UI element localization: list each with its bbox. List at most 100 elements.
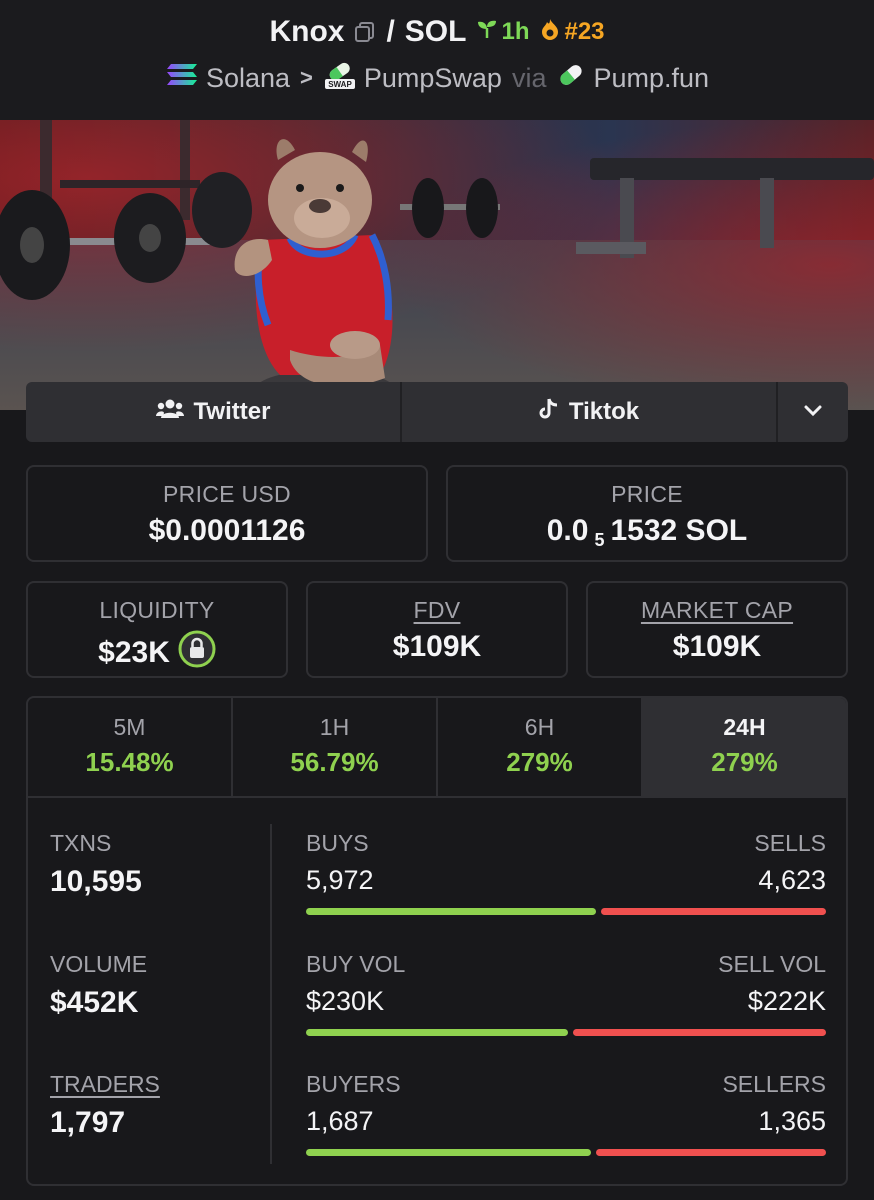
volume-label: VOLUME <box>50 951 148 977</box>
buys-sells-ratio-bar <box>306 908 826 915</box>
price-usd-value: $0.0001126 <box>148 514 306 547</box>
pair-header: Knox / SOL 1h #23 Solana > SWAP PumpSwap… <box>0 0 874 120</box>
liquidity-card: LIQUIDITY $23K <box>26 581 288 678</box>
chevron-down-icon <box>803 403 823 422</box>
tiktok-link-button[interactable]: Tiktok <box>402 382 776 442</box>
chain-link[interactable]: Solana <box>165 62 290 95</box>
price-native-zero-count: 5 <box>594 529 605 550</box>
sell-vol-value: $222K <box>747 986 826 1016</box>
lock-icon[interactable] <box>178 630 216 676</box>
buy-sell-volume-stat: BUY VOL SELL VOL $230K $222K <box>306 951 826 1036</box>
tab-label: 6H <box>524 714 555 740</box>
pair-age: 1h <box>476 18 529 47</box>
tab-label: 24H <box>723 714 766 740</box>
market-cap-value: $109K <box>672 630 762 663</box>
market-cap-label[interactable]: MARKET CAP <box>588 597 846 624</box>
dex-name: PumpSwap <box>363 62 502 93</box>
solana-logo <box>165 62 199 95</box>
tab-label: 1H <box>319 714 350 740</box>
price-usd-card: PRICE USD $0.0001126 <box>26 465 428 562</box>
txns-label: TXNS <box>50 830 112 856</box>
pair-breadcrumb: Solana > SWAP PumpSwap via Pump.fun <box>0 56 874 100</box>
pill-icon <box>556 62 586 95</box>
more-links-button[interactable] <box>776 382 848 442</box>
pair-title-row: Knox / SOL 1h #23 <box>0 10 874 54</box>
liquidity-value: $23K <box>98 636 170 669</box>
sell-vol-label: SELL VOL <box>718 951 826 977</box>
breadcrumb-chevron-icon: > <box>300 65 313 90</box>
tab-24h[interactable]: 24H 279% <box>643 698 846 796</box>
twitter-label: Twitter <box>193 398 271 425</box>
volume-ratio-bar <box>306 1029 826 1036</box>
buyers-label: BUYERS <box>306 1071 401 1097</box>
sellers-label: SELLERS <box>722 1071 826 1097</box>
tab-5m[interactable]: 5M 15.48% <box>28 698 233 796</box>
seedling-icon <box>476 18 498 47</box>
volume-stat: VOLUME $452K <box>50 951 147 1020</box>
sells-value: 4,623 <box>758 865 826 895</box>
buyers-value: 1,687 <box>306 1106 374 1136</box>
sells-bar-fill <box>601 908 826 915</box>
chain-name: Solana <box>205 62 291 93</box>
txns-value: 10,595 <box>50 865 142 898</box>
sellers-bar-fill <box>595 1149 826 1156</box>
via-label: via <box>511 62 547 93</box>
sells-label: SELLS <box>754 830 826 856</box>
tab-change-value: 56.79% <box>290 747 379 777</box>
token-banner-image <box>0 120 874 410</box>
sell-vol-bar-fill <box>573 1029 826 1036</box>
tab-label: 5M <box>113 714 146 740</box>
launchpad-link[interactable]: Pump.fun <box>556 62 709 95</box>
tab-change-value: 15.48% <box>85 747 174 777</box>
pair-slash: / <box>386 15 395 48</box>
buyers-ratio-bar <box>306 1149 826 1156</box>
trending-rank[interactable]: #23 <box>539 17 605 48</box>
price-native-tail: 1532 SOL <box>610 514 748 547</box>
market-cap-card[interactable]: MARKET CAP $109K <box>586 581 848 678</box>
stats-divider <box>270 824 272 1164</box>
token-name: Knox <box>269 15 345 48</box>
timeframe-tabs: 5M 15.48% 1H 56.79% 6H 279% 24H 279% <box>28 698 846 798</box>
traders-value: 1,797 <box>50 1106 126 1139</box>
tiktok-icon <box>539 397 559 428</box>
quote-token: SOL <box>404 15 467 48</box>
tiktok-label: Tiktok <box>568 398 640 425</box>
copy-icon[interactable] <box>354 21 376 43</box>
performance-panel: 5M 15.48% 1H 56.79% 6H 279% 24H 279% TXN… <box>26 696 848 1186</box>
buy-vol-value: $230K <box>306 986 385 1016</box>
svg-text:SWAP: SWAP <box>328 80 352 89</box>
traders-label[interactable]: TRADERS <box>50 1071 160 1098</box>
users-icon <box>155 398 184 427</box>
social-links-bar: Twitter Tiktok <box>26 382 848 442</box>
fdv-card[interactable]: FDV $109K <box>306 581 568 678</box>
twitter-link-button[interactable]: Twitter <box>26 382 402 442</box>
price-native-value: 0.0 5 1532 SOL <box>448 514 846 550</box>
buys-label: BUYS <box>306 830 369 856</box>
fdv-value: $109K <box>392 630 482 663</box>
buy-vol-bar-fill <box>306 1029 569 1036</box>
trending-rank-value: #23 <box>564 18 605 45</box>
tab-1h[interactable]: 1H 56.79% <box>233 698 438 796</box>
buyers-sellers-stat: BUYERS SELLERS 1,687 1,365 <box>306 1071 826 1156</box>
pair-age-value: 1h <box>501 18 530 45</box>
price-native-lead: 0.0 <box>546 514 589 547</box>
tab-change-value: 279% <box>506 747 573 777</box>
buys-bar-fill <box>306 908 597 915</box>
price-native-label: PRICE <box>611 481 683 507</box>
trade-stats: TXNS 10,595 VOLUME $452K TRADERS 1,797 B… <box>28 798 846 1184</box>
flame-icon <box>539 17 561 48</box>
buy-vol-label: BUY VOL <box>306 951 406 977</box>
fdv-label[interactable]: FDV <box>308 597 566 624</box>
tab-6h[interactable]: 6H 279% <box>438 698 643 796</box>
volume-value: $452K <box>50 986 139 1019</box>
traders-stat[interactable]: TRADERS 1,797 <box>50 1071 160 1140</box>
buys-value: 5,972 <box>306 865 374 895</box>
dex-link[interactable]: SWAP PumpSwap <box>323 60 502 97</box>
liquidity-label: LIQUIDITY <box>99 597 215 623</box>
sellers-value: 1,365 <box>758 1106 826 1136</box>
liquidity-value-row: $23K <box>28 630 286 676</box>
tab-change-value: 279% <box>711 747 778 777</box>
pumpswap-logo: SWAP <box>323 60 357 97</box>
txns-stat: TXNS 10,595 <box>50 830 142 899</box>
price-usd-label: PRICE USD <box>163 481 291 507</box>
